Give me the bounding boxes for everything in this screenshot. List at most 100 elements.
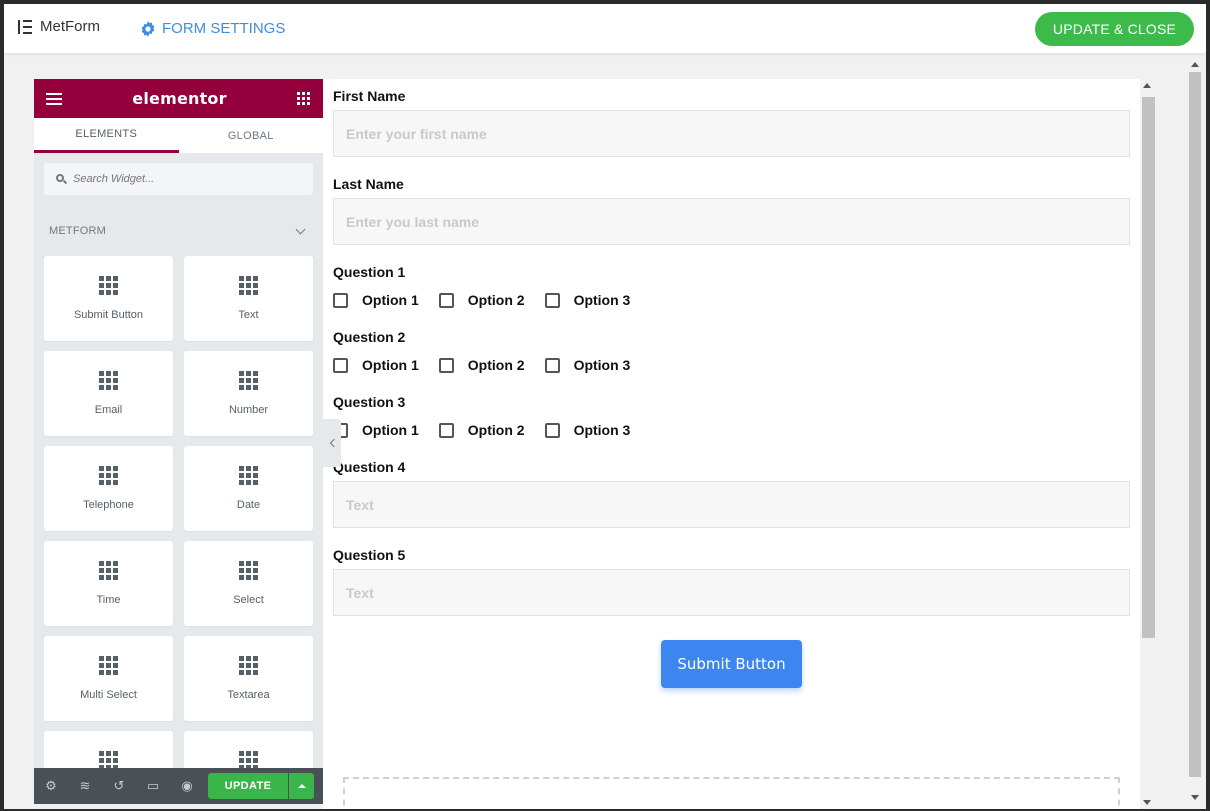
question-1-label: Question 1 — [333, 264, 406, 280]
last-name-input[interactable] — [333, 198, 1130, 245]
add-section-dropzone[interactable] — [343, 777, 1120, 809]
widget-label: Time — [96, 594, 121, 606]
question-4-label: Question 4 — [333, 459, 406, 475]
widget-time[interactable]: Time — [44, 541, 173, 626]
widget-text[interactable]: Text — [184, 256, 313, 341]
preview-eye-icon[interactable]: ◉ — [170, 768, 204, 804]
submit-button[interactable]: Submit Button — [661, 640, 802, 688]
top-bar: MetForm FORM SETTINGS UPDATE & CLOSE — [4, 4, 1206, 54]
checkbox-option[interactable]: Option 2 — [438, 422, 525, 438]
chevron-down-icon[interactable] — [295, 224, 306, 234]
widget-label: Multi Select — [80, 689, 137, 701]
option-label: Option 1 — [362, 292, 419, 308]
search-input[interactable] — [73, 173, 293, 185]
tab-global[interactable]: GLOBAL — [179, 118, 324, 153]
first-name-label: First Name — [333, 88, 406, 104]
app-name: MetForm — [40, 18, 100, 35]
brand: MetForm — [18, 18, 100, 35]
scroll-up-icon[interactable] — [1191, 62, 1199, 67]
checkbox-icon[interactable] — [333, 357, 348, 373]
checkbox-option[interactable]: Option 3 — [544, 292, 631, 308]
widget-multi-select[interactable]: Multi Select — [44, 636, 173, 721]
history-icon[interactable]: ↺ — [102, 768, 136, 804]
scroll-down-icon[interactable] — [1143, 800, 1151, 805]
question-5-input[interactable] — [333, 569, 1130, 616]
grid-icon — [239, 276, 258, 295]
elementor-panel: elementor ELEMENTS GLOBAL METFORM Submit… — [34, 79, 323, 804]
metform-section-header[interactable]: METFORM — [49, 224, 308, 237]
widget-label: Submit Button — [73, 309, 144, 321]
grid-icon — [239, 561, 258, 580]
checkbox-option[interactable]: Option 2 — [438, 292, 525, 308]
checkbox-option[interactable]: Option 1 — [333, 422, 419, 438]
first-name-input[interactable] — [333, 110, 1130, 157]
checkbox-icon[interactable] — [438, 357, 454, 373]
grid-icon — [99, 656, 118, 675]
widget-label: Select — [233, 594, 264, 606]
widget-submit-button[interactable]: Submit Button — [44, 256, 173, 341]
caret-up-icon — [297, 784, 306, 788]
scroll-up-icon[interactable] — [1143, 83, 1151, 88]
grid-icon — [239, 656, 258, 675]
question-2-label: Question 2 — [333, 329, 406, 345]
responsive-mode-icon[interactable]: ▭ — [136, 768, 170, 804]
window-scrollbar[interactable] — [1188, 58, 1202, 804]
update-options-button[interactable] — [289, 773, 314, 799]
grid-icon — [99, 276, 118, 295]
grid-icon — [239, 466, 258, 485]
grid-icon — [239, 371, 258, 390]
widget-date[interactable]: Date — [184, 446, 313, 531]
checkbox-icon[interactable] — [544, 422, 560, 438]
option-label: Option 1 — [362, 422, 419, 438]
widget-email[interactable]: Email — [44, 351, 173, 436]
widget-textarea[interactable]: Textarea — [184, 636, 313, 721]
checkbox-option[interactable]: Option 3 — [544, 422, 630, 438]
widget-number[interactable]: Number — [184, 351, 313, 436]
widget-grid: Submit Button Text Email Number Telephon… — [44, 256, 313, 804]
form-settings-label: FORM SETTINGS — [162, 20, 286, 37]
checkbox-icon[interactable] — [544, 292, 560, 308]
scrollbar-thumb[interactable] — [1142, 97, 1155, 638]
navigator-icon[interactable]: ≋ — [68, 768, 102, 804]
checkbox-icon[interactable] — [438, 292, 454, 308]
option-label: Option 2 — [467, 357, 525, 373]
gear-icon — [141, 20, 155, 37]
checkbox-icon[interactable] — [333, 292, 348, 308]
form-settings-link[interactable]: FORM SETTINGS — [140, 20, 285, 37]
apps-grid-icon[interactable] — [297, 91, 311, 106]
checkbox-option[interactable]: Option 1 — [333, 292, 419, 308]
question-1-options: Option 1 Option 2 Option 3 — [333, 292, 650, 308]
widget-label: Text — [238, 309, 259, 321]
checkbox-option[interactable]: Option 2 — [438, 357, 525, 373]
collapse-panel-handle[interactable] — [323, 419, 341, 467]
checkbox-icon[interactable] — [438, 422, 454, 438]
grid-icon — [99, 466, 118, 485]
option-label: Option 3 — [573, 357, 631, 373]
form-preview: First Name Last Name Question 1 Option 1… — [323, 79, 1140, 809]
scroll-down-icon[interactable] — [1191, 795, 1199, 800]
question-4-input[interactable] — [333, 481, 1130, 528]
checkbox-option[interactable]: Option 3 — [544, 357, 631, 373]
option-label: Option 2 — [467, 292, 525, 308]
tab-elements[interactable]: ELEMENTS — [34, 118, 179, 153]
widget-telephone[interactable]: Telephone — [44, 446, 173, 531]
elementor-logo: elementor — [132, 89, 227, 108]
widget-select[interactable]: Select — [184, 541, 313, 626]
widget-label: Textarea — [227, 689, 270, 701]
checkbox-option[interactable]: Option 1 — [333, 357, 419, 373]
preview-scrollbar[interactable] — [1140, 79, 1157, 809]
chevron-left-icon — [329, 438, 338, 448]
app-window: MetForm FORM SETTINGS UPDATE & CLOSE ele… — [4, 4, 1206, 809]
menu-icon[interactable] — [46, 92, 62, 105]
widget-label: Telephone — [83, 499, 134, 511]
question-5-label: Question 5 — [333, 547, 406, 563]
question-3-label: Question 3 — [333, 394, 406, 410]
update-close-button[interactable]: UPDATE & CLOSE — [1035, 12, 1194, 46]
scrollbar-thumb[interactable] — [1189, 72, 1201, 777]
option-label: Option 1 — [362, 357, 419, 373]
question-3-options: Option 1 Option 2 Option 3 — [333, 422, 650, 438]
checkbox-icon[interactable] — [544, 357, 560, 373]
option-label: Option 3 — [573, 292, 631, 308]
settings-icon[interactable]: ⚙ — [34, 768, 68, 804]
update-button[interactable]: UPDATE — [208, 773, 288, 799]
